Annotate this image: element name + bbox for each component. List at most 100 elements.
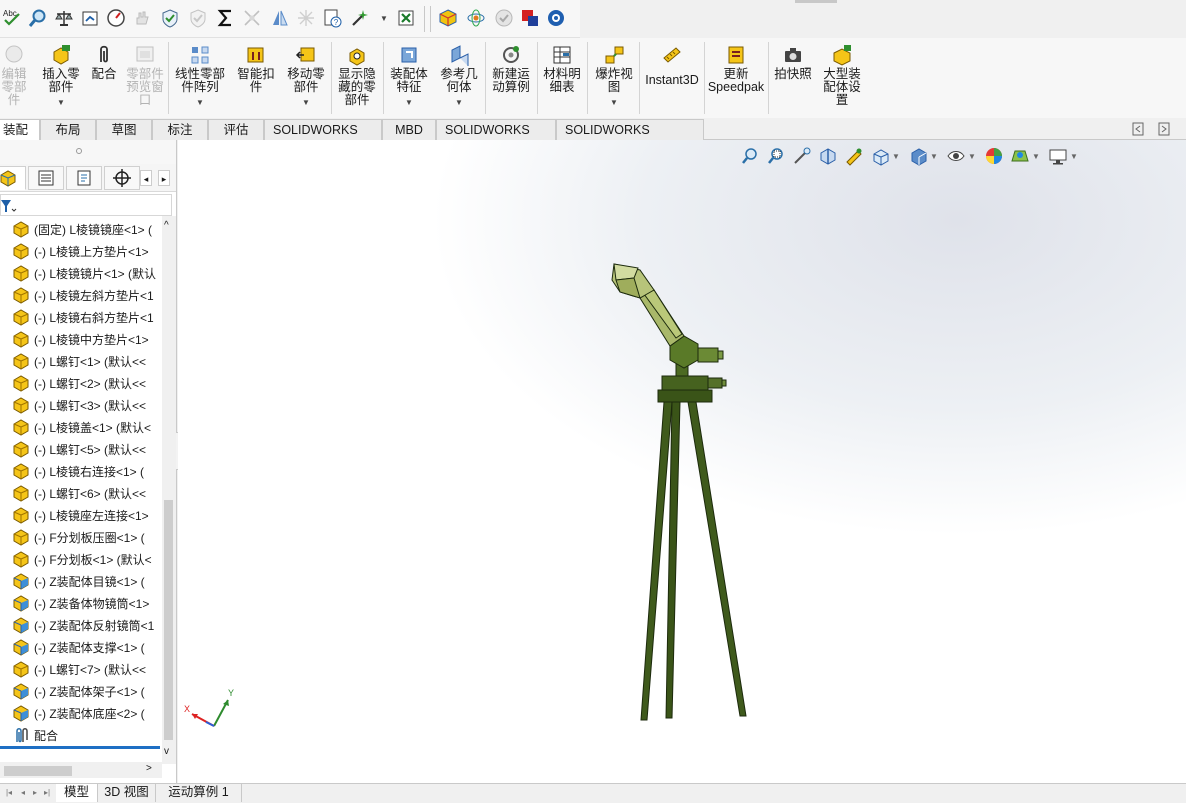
tab-3d-view[interactable]: 3D 视图 xyxy=(98,784,156,802)
tree-row[interactable]: (-) Z装配体支撑<1> ( xyxy=(0,636,162,658)
tree-row[interactable]: (固定) L棱镜镜座<1> ( xyxy=(0,218,162,240)
chevron-down-icon[interactable]: ▼ xyxy=(1032,152,1040,161)
chevron-down-icon[interactable]: ▼ xyxy=(610,96,618,109)
tree-row[interactable]: (-) L螺钉<6> (默认<< xyxy=(0,482,162,504)
tab-model[interactable]: 模型 xyxy=(56,784,98,802)
tab-markup[interactable]: 标注 xyxy=(152,119,208,140)
view-orientation-icon[interactable] xyxy=(870,146,890,166)
balance-scale-icon[interactable] xyxy=(54,8,74,28)
folder-open-icon[interactable] xyxy=(80,8,100,28)
assembly-feature-button[interactable]: 装配体特征 ▼ xyxy=(386,44,432,109)
chevron-down-icon[interactable]: ▼ xyxy=(968,152,976,161)
zoom-to-fit-icon[interactable] xyxy=(740,146,760,166)
linear-pattern-button[interactable]: 线性零部件阵列 ▼ xyxy=(172,44,228,109)
apply-scene-icon[interactable] xyxy=(1010,146,1030,166)
panel-grip[interactable] xyxy=(0,140,176,164)
tree-row[interactable]: (-) L螺钉<5> (默认<< xyxy=(0,438,162,460)
scroll-up-icon[interactable]: ^ xyxy=(164,220,169,231)
feature-manager-icon[interactable] xyxy=(0,166,26,190)
chevron-down-icon[interactable]: ▼ xyxy=(196,96,204,109)
large-assembly-settings-button[interactable]: 大型装配体设置 xyxy=(819,44,865,107)
tab-scroll-right-icon[interactable]: ▸ xyxy=(158,170,170,186)
chevron-down-icon[interactable]: ▼ xyxy=(455,96,463,109)
tree-row[interactable]: (-) Z装配体架子<1> ( xyxy=(0,680,162,702)
magnify-icon[interactable] xyxy=(28,8,48,28)
tree-item-mates[interactable]: 配合 xyxy=(0,724,162,746)
tree-row[interactable]: (-) L螺钉<7> (默认<< xyxy=(0,658,162,680)
hide-show-icon[interactable] xyxy=(946,146,966,166)
configuration-manager-icon[interactable] xyxy=(66,166,102,190)
tab-solidworks-addins[interactable]: SOLIDWORKS 插件 xyxy=(264,119,382,157)
color-cube-icon[interactable] xyxy=(438,8,458,28)
tab-solidworks-inspection[interactable]: SOLIDWORKS Inspection xyxy=(556,119,704,157)
tree-horizontal-scroll-thumb[interactable] xyxy=(4,766,72,776)
tree-vertical-scroll-thumb[interactable] xyxy=(164,500,173,740)
collapse-left-icon[interactable] xyxy=(1132,122,1144,136)
chevron-down-icon[interactable]: ▼ xyxy=(57,96,65,109)
show-hidden-button[interactable]: 显示隐藏的零部件 xyxy=(334,44,380,107)
tree-row[interactable]: (-) L棱镜盖<1> (默认< xyxy=(0,416,162,438)
tab-sketch[interactable]: 草图 xyxy=(96,119,152,140)
color-atom-icon[interactable] xyxy=(466,8,486,28)
excel-x-icon[interactable] xyxy=(396,8,416,28)
tree-row[interactable]: (-) L螺钉<2> (默认<< xyxy=(0,372,162,394)
new-motion-study-button[interactable]: 新建运动算例 xyxy=(488,44,534,94)
shield-check-icon[interactable] xyxy=(160,8,180,28)
tree-row[interactable]: (-) Z装备体物镜筒<1> xyxy=(0,592,162,614)
tree-row[interactable]: (-) F分划板<1> (默认< xyxy=(0,548,162,570)
spelling-abc-icon[interactable]: Abc xyxy=(2,8,22,28)
tree-row[interactable]: (-) L棱镜上方垫片<1> xyxy=(0,240,162,262)
tree-row[interactable]: (-) L螺钉<3> (默认<< xyxy=(0,394,162,416)
graphics-viewport[interactable]: ▼ ▼ ▼ ▼ ▼ X Y xyxy=(178,140,1186,783)
bom-button[interactable]: 材料明细表 xyxy=(540,44,584,94)
filter-icon[interactable] xyxy=(1,198,17,214)
instant3d-button[interactable]: Instant3D xyxy=(643,44,701,87)
chevron-down-icon[interactable]: ▼ xyxy=(892,152,900,161)
mirror-icon[interactable] xyxy=(270,8,290,28)
scroll-right-icon[interactable]: > xyxy=(146,763,152,774)
dimxpert-icon[interactable] xyxy=(104,166,140,190)
chevron-down-icon[interactable]: ▼ xyxy=(405,96,413,109)
red-blue-square-icon[interactable] xyxy=(520,8,540,28)
sigma-icon[interactable] xyxy=(216,8,236,28)
tab-layout[interactable]: 布局 xyxy=(40,119,96,140)
tab-solidworks-cam[interactable]: SOLIDWORKS CAM xyxy=(436,119,556,157)
property-manager-icon[interactable] xyxy=(28,166,64,190)
tree-row[interactable]: (-) L棱镜左斜方垫片<1 xyxy=(0,284,162,306)
move-component-button[interactable]: 移动零部件 ▼ xyxy=(284,44,328,109)
view-settings-icon[interactable] xyxy=(1048,146,1068,166)
tree-row[interactable]: (-) L棱镜镜片<1> (默认 xyxy=(0,262,162,284)
chevron-down-icon[interactable]: ▼ xyxy=(302,96,310,109)
telescope-model[interactable] xyxy=(598,250,758,730)
dynamic-annotation-icon[interactable] xyxy=(844,146,864,166)
tree-row[interactable]: (-) Z装配体反射镜筒<1 xyxy=(0,614,162,636)
previous-view-icon[interactable] xyxy=(792,146,812,166)
prev-tab-icon[interactable]: ◂ xyxy=(18,787,28,799)
chevron-down-icon[interactable]: ▼ xyxy=(1070,152,1078,161)
snapshot-button[interactable]: 拍快照 xyxy=(771,44,815,81)
edit-appearance-icon[interactable] xyxy=(984,146,1004,166)
search-field-edge[interactable] xyxy=(795,0,837,3)
reference-geometry-button[interactable]: 参考几何体 ▼ xyxy=(436,44,482,109)
tree-row[interactable]: (-) L棱镜座左连接<1> xyxy=(0,504,162,526)
gauge-icon[interactable] xyxy=(106,8,126,28)
tab-mbd[interactable]: MBD xyxy=(382,119,436,140)
last-tab-icon[interactable]: ▸| xyxy=(42,787,52,799)
chevron-down-icon[interactable]: ▼ xyxy=(930,152,938,161)
tree-row[interactable]: (-) L棱镜中方垫片<1> xyxy=(0,328,162,350)
tree-filter[interactable] xyxy=(0,194,172,216)
question-doc-icon[interactable]: ? xyxy=(322,8,342,28)
tree-rollback-bar[interactable] xyxy=(0,746,160,749)
exploded-view-button[interactable]: 爆炸视图 ▼ xyxy=(592,44,636,109)
tree-row[interactable]: (-) Z装配体底座<2> ( xyxy=(0,702,162,724)
chevron-down-icon[interactable]: ▼ xyxy=(380,14,388,23)
section-view-icon[interactable] xyxy=(818,146,838,166)
check-gray-icon[interactable] xyxy=(494,8,514,28)
tree-row[interactable]: (-) F分划板压圈<1> ( xyxy=(0,526,162,548)
collapse-right-icon[interactable] xyxy=(1158,122,1170,136)
tree-row[interactable]: (-) Z装配体目镜<1> ( xyxy=(0,570,162,592)
first-tab-icon[interactable]: |◂ xyxy=(4,787,14,799)
insert-component-button[interactable]: 插入零部件 ▼ xyxy=(40,44,82,109)
tree-row[interactable]: (-) L螺钉<1> (默认<< xyxy=(0,350,162,372)
tab-assembly[interactable]: 装配体 xyxy=(0,119,40,157)
